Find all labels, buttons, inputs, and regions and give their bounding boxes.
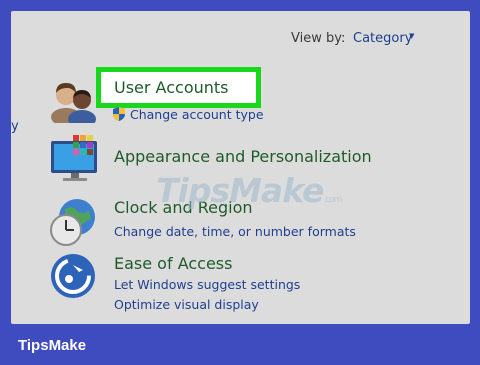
view-by-label: View by:	[291, 31, 346, 46]
category-title-appearance[interactable]: Appearance and Personalization	[114, 147, 372, 166]
link-change-account-type[interactable]: Change account type	[130, 107, 264, 122]
shield-icon	[113, 107, 125, 121]
link-optimize-visual-display[interactable]: Optimize visual display	[114, 297, 259, 312]
sidebar-edge-text: y	[11, 119, 19, 134]
link-let-windows-suggest[interactable]: Let Windows suggest settings	[114, 277, 300, 292]
view-by-dropdown[interactable]: Category	[353, 31, 412, 46]
chevron-down-icon[interactable]: ▼	[409, 32, 414, 40]
category-title-user-accounts[interactable]: User Accounts	[114, 78, 229, 97]
users-icon	[51, 83, 96, 123]
control-panel-window: View by: Category ▼ y User Accounts Chan…	[11, 11, 470, 324]
clock-globe-icon	[50, 199, 95, 246]
display-personalization-icon	[51, 135, 97, 181]
brand-logo: TipsMake	[18, 337, 87, 354]
watermark-suffix: .com	[323, 195, 342, 205]
watermark: TipsMake.com	[156, 171, 342, 210]
link-change-date-time[interactable]: Change date, time, or number formats	[114, 224, 356, 239]
ease-of-access-icon	[51, 254, 95, 298]
category-title-ease-of-access[interactable]: Ease of Access	[114, 254, 232, 273]
watermark-text: TipsMake	[156, 171, 324, 210]
